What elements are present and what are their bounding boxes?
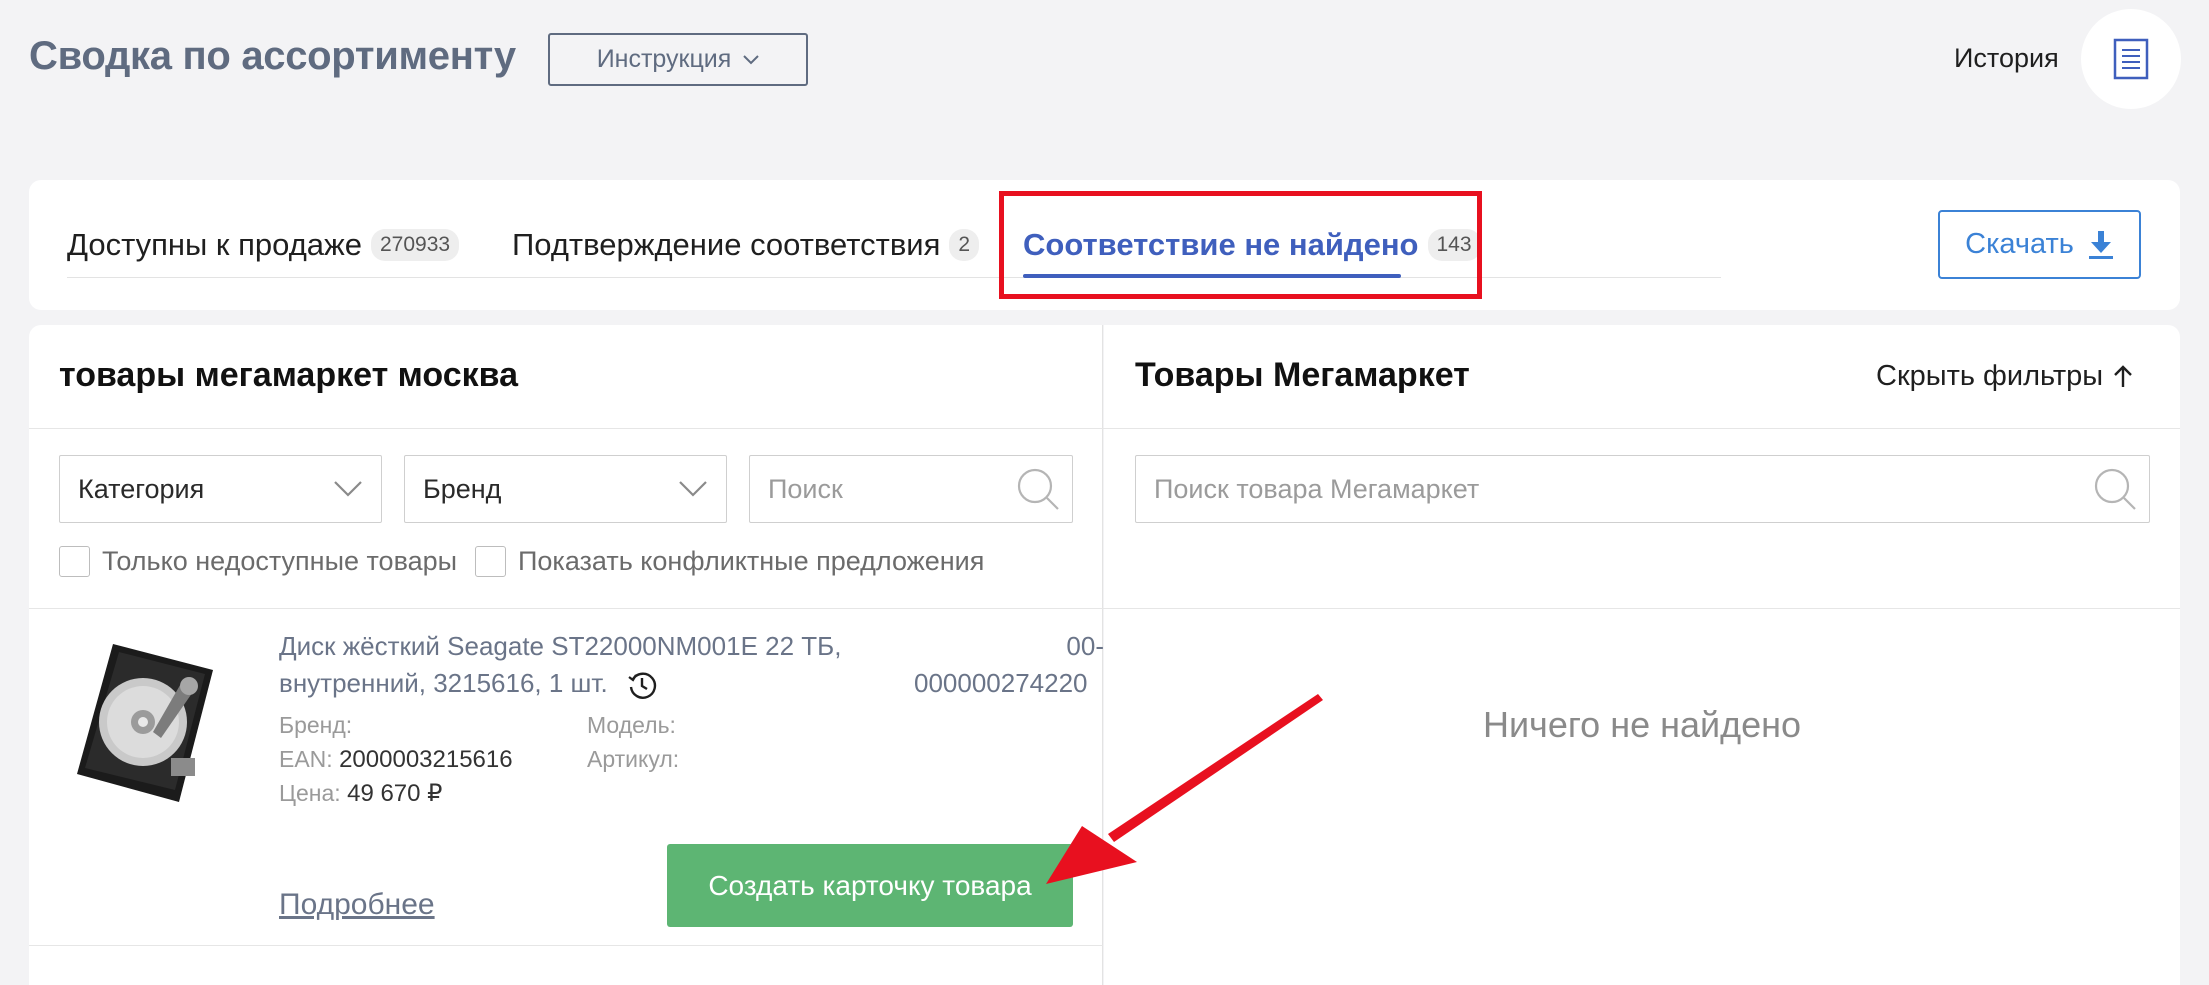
product-code: 00- 000000274220 <box>914 628 1104 702</box>
price-meta-label: Цена: <box>279 780 341 806</box>
history-clock-icon[interactable] <box>627 670 657 700</box>
product-name-line2: внутренний, 3215616, 1 шт. <box>279 668 608 698</box>
product-search-input[interactable] <box>768 473 1017 505</box>
ean-meta: EAN: 2000003215616 <box>279 742 513 777</box>
product-code-line2: 000000274220 <box>914 668 1088 698</box>
left-panel-title: товары мегамаркет москва <box>59 356 518 394</box>
product-name[interactable]: Диск жёсткий Seagate ST22000NM001E 22 ТБ… <box>279 628 899 702</box>
instruction-dropdown-button[interactable]: Инструкция <box>548 33 808 86</box>
arrow-up-icon <box>2114 364 2132 387</box>
right-panel-title: Товары Мегамаркет <box>1135 356 1470 394</box>
create-product-card-button[interactable]: Создать карточку товара <box>667 844 1073 927</box>
category-select[interactable]: Категория <box>59 455 382 523</box>
download-button[interactable]: Скачать <box>1938 210 2141 279</box>
hide-filters-label: Скрыть фильтры <box>1876 360 2104 392</box>
tab-count-badge: 270933 <box>371 229 460 261</box>
brand-select[interactable]: Бренд <box>404 455 727 523</box>
price-meta: Цена: 49 670 ₽ <box>279 776 442 811</box>
tab-label: Подтверждение соответствия <box>512 227 941 262</box>
brand-meta-label: Бренд: <box>279 712 353 738</box>
search-icon[interactable] <box>2093 467 2137 511</box>
show-conflicts-label: Показать конфликтные предложения <box>518 546 985 576</box>
highlight-box <box>999 191 1482 299</box>
product-search-box <box>749 455 1073 523</box>
product-row-divider <box>29 945 1103 946</box>
details-link[interactable]: Подробнее <box>279 888 435 922</box>
show-conflicts-checkbox[interactable] <box>475 546 506 577</box>
search-icon[interactable] <box>1016 467 1060 511</box>
panel-header-divider <box>29 428 2180 429</box>
hide-filters-button[interactable]: Скрыть фильтры <box>1876 360 2133 393</box>
article-meta: Артикул: <box>587 742 679 777</box>
product-code-line1: 00- <box>1066 631 1104 661</box>
tab-count-badge: 2 <box>949 229 980 261</box>
product-name-line1: Диск жёсткий Seagate ST22000NM001E 22 ТБ… <box>279 631 842 661</box>
show-conflicts-filter[interactable]: Показать конфликтные предложения <box>475 546 984 577</box>
ean-meta-label: EAN: <box>279 746 333 772</box>
instruction-label: Инструкция <box>596 45 732 73</box>
only-unavailable-filter[interactable]: Только недоступные товары <box>59 546 457 577</box>
price-meta-value: 49 670 ₽ <box>347 780 443 807</box>
megamarket-search-input[interactable] <box>1154 473 1990 505</box>
brand-select-label: Бренд <box>423 473 502 504</box>
empty-results-message: Ничего не найдено <box>1482 704 1802 745</box>
only-unavailable-label: Только недоступные товары <box>102 546 458 576</box>
tab-available[interactable]: Доступны к продаже 270933 <box>67 227 460 262</box>
ean-meta-value: 2000003215616 <box>339 746 513 773</box>
model-meta: Модель: <box>587 708 676 743</box>
download-icon <box>2088 230 2113 259</box>
filters-divider <box>29 608 2180 609</box>
chevron-down-icon <box>334 481 362 497</box>
tab-confirmation[interactable]: Подтверждение соответствия 2 <box>512 227 980 262</box>
history-button[interactable] <box>2081 9 2181 109</box>
hard-drive-image <box>77 644 213 802</box>
model-meta-label: Модель: <box>587 712 676 738</box>
category-select-label: Категория <box>78 473 205 504</box>
document-icon <box>2113 38 2149 80</box>
history-label[interactable]: История <box>1954 43 2059 74</box>
download-label: Скачать <box>1965 228 2074 260</box>
page-title: Сводка по ассортименту <box>29 34 516 78</box>
chevron-down-icon <box>679 481 707 497</box>
article-meta-label: Артикул: <box>587 746 680 772</box>
chevron-down-icon <box>743 54 760 64</box>
tab-label: Доступны к продаже <box>67 227 362 262</box>
brand-meta: Бренд: <box>279 708 352 743</box>
right-panel <box>1104 325 2180 985</box>
only-unavailable-checkbox[interactable] <box>59 546 90 577</box>
megamarket-search-box <box>1135 455 2150 523</box>
